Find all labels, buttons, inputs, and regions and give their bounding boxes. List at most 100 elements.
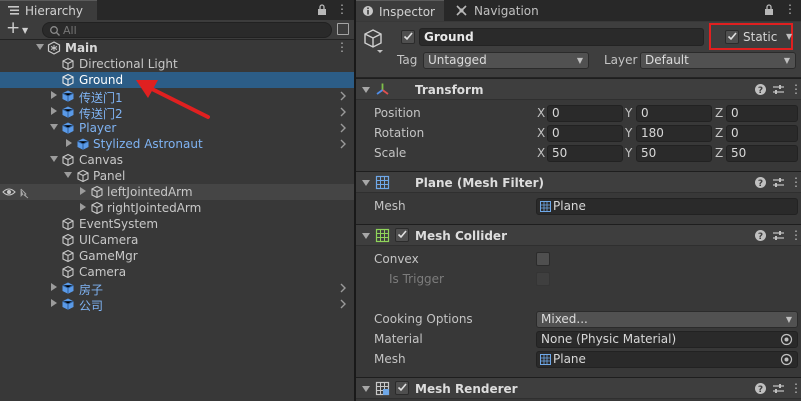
hierarchy-row-house[interactable]: 房子 [0,280,354,297]
hierarchy-row-ui-camera[interactable]: UICamera [0,232,354,248]
expand-arrow-icon[interactable] [51,299,57,307]
hierarchy-row-scene[interactable]: Main ⋮ [0,40,354,56]
rotation-y-field[interactable]: 180 [636,125,712,142]
search-input[interactable]: All [42,22,332,38]
mesh-filter-title: Plane (Mesh Filter) [415,176,544,190]
hierarchy-row-company[interactable]: 公司 [0,296,354,313]
hierarchy-row-game-mgr[interactable]: GameMgr [0,248,354,264]
tab-navigation[interactable]: Navigation [448,0,548,21]
chevron-right-icon[interactable] [338,89,348,103]
chevron-right-icon[interactable] [338,137,348,151]
position-z-field[interactable]: 0 [726,105,798,122]
kebab-menu-icon[interactable]: ⋮ [784,3,796,16]
preset-sliders-icon[interactable] [772,382,785,395]
visibility-eye-icon[interactable] [2,185,36,199]
gameobject-cube-icon [62,217,74,231]
static-checkbox[interactable] [725,30,739,44]
help-icon[interactable]: ? [754,382,767,395]
hierarchy-row-stylized-astronaut[interactable]: Stylized Astronaut [0,136,354,152]
kebab-menu-icon[interactable]: ⋮ [790,82,801,96]
expand-arrow-icon[interactable] [80,187,86,195]
rotation-x-field[interactable]: 0 [547,125,623,142]
fold-arrow-icon[interactable] [362,87,370,93]
fold-arrow-icon[interactable] [50,124,58,130]
expand-arrow-icon[interactable] [51,91,57,99]
scale-y-field[interactable]: 50 [636,145,712,162]
hierarchy-row-left-jointed-arm[interactable]: leftJointedArm [0,184,354,200]
chevron-right-icon[interactable] [338,105,348,119]
preset-sliders-icon[interactable] [772,176,785,189]
scale-z-field[interactable]: 50 [726,145,798,162]
tab-hierarchy[interactable]: Hierarchy [0,0,97,20]
material-object-field[interactable]: None (Physic Material) [536,331,798,348]
gameobject-cube-icon [62,249,74,263]
help-icon[interactable]: ? [754,176,767,189]
lock-icon[interactable] [317,4,327,16]
position-y-field[interactable]: 0 [636,105,712,122]
fold-arrow-icon[interactable] [36,44,44,50]
hierarchy-row-right-jointed-arm[interactable]: rightJointedArm [0,200,354,216]
kebab-menu-icon[interactable]: ⋮ [790,228,801,242]
expand-arrow-icon[interactable] [51,107,57,115]
tab-inspector[interactable]: Inspector [356,0,444,21]
checkmark-icon [403,32,413,41]
svg-text:?: ? [758,179,763,189]
mesh-collider-component-header[interactable]: Mesh Collider ? ⋮ [356,224,801,246]
kebab-menu-icon[interactable]: ⋮ [790,381,801,395]
hierarchy-row-canvas[interactable]: Canvas [0,152,354,168]
layer-dropdown[interactable]: Default ▼ [640,52,796,69]
hierarchy-row-player[interactable]: Player [0,120,354,136]
fold-arrow-icon[interactable] [362,386,370,392]
help-icon[interactable]: ? [754,83,767,96]
hierarchy-row-panel[interactable]: Panel [0,168,354,184]
kebab-menu-icon[interactable]: ⋮ [336,41,348,54]
expand-arrow-icon[interactable] [80,203,86,211]
gameobject-name-field[interactable]: Ground [419,28,704,46]
mesh-collider-enabled-checkbox[interactable] [395,228,409,242]
preset-sliders-icon[interactable] [772,83,785,96]
cooking-options-dropdown[interactable]: Mixed... ▼ [536,311,798,328]
help-icon[interactable]: ? [754,229,767,242]
mesh-renderer-enabled-checkbox[interactable] [395,381,409,395]
chevron-down-icon[interactable]: ▼ [786,32,792,41]
hierarchy-row-directional-light[interactable]: Directional Light [0,56,354,72]
transform-component-header[interactable]: Transform ? ⋮ [356,78,801,100]
kebab-menu-icon[interactable]: ⋮ [790,175,801,189]
object-picker-icon[interactable] [780,333,793,346]
chevron-right-icon[interactable] [338,281,348,295]
lock-icon[interactable] [764,4,774,16]
mesh-renderer-component-header[interactable]: Mesh Renderer ? ⋮ [356,377,801,399]
object-picker-icon[interactable] [780,353,793,366]
hierarchy-tab-label: Hierarchy [25,4,84,18]
gameobject-cube-icon[interactable] [363,28,385,54]
expand-arrow-icon[interactable] [51,283,57,291]
axis-x-label: X [537,126,546,140]
tag-dropdown[interactable]: Untagged ▼ [423,52,589,69]
fold-arrow-icon[interactable] [362,233,370,239]
active-checkbox[interactable] [401,30,415,44]
collider-mesh-object-field[interactable]: Plane [536,351,798,368]
expand-arrow-icon[interactable] [66,139,72,147]
scale-x-field[interactable]: 50 [547,145,623,162]
fold-arrow-icon[interactable] [50,156,58,162]
scene-filter-icon[interactable] [337,23,349,35]
chevron-down-icon: ▼ [22,26,29,35]
hierarchy-row-event-system[interactable]: EventSystem [0,216,354,232]
mesh-object-field[interactable]: Plane [536,198,798,215]
kebab-menu-icon[interactable]: ⋮ [336,3,348,16]
hierarchy-row-camera[interactable]: Camera [0,264,354,280]
chevron-right-icon[interactable] [338,297,348,311]
fold-arrow-icon[interactable] [64,172,72,178]
gameobject-cube-icon [62,265,74,279]
convex-checkbox[interactable] [536,252,550,266]
create-button[interactable]: + ▼ [6,20,34,39]
fold-arrow-icon[interactable] [362,180,370,186]
is-trigger-label: Is Trigger [389,272,444,286]
preset-sliders-icon[interactable] [772,229,785,242]
prefab-cube-icon [62,90,74,102]
position-x-field[interactable]: 0 [547,105,623,122]
rotation-z-field[interactable]: 0 [726,125,798,142]
chevron-right-icon[interactable] [338,121,348,135]
mesh-collider-title: Mesh Collider [415,229,507,243]
mesh-filter-component-header[interactable]: Plane (Mesh Filter) ? ⋮ [356,171,801,193]
